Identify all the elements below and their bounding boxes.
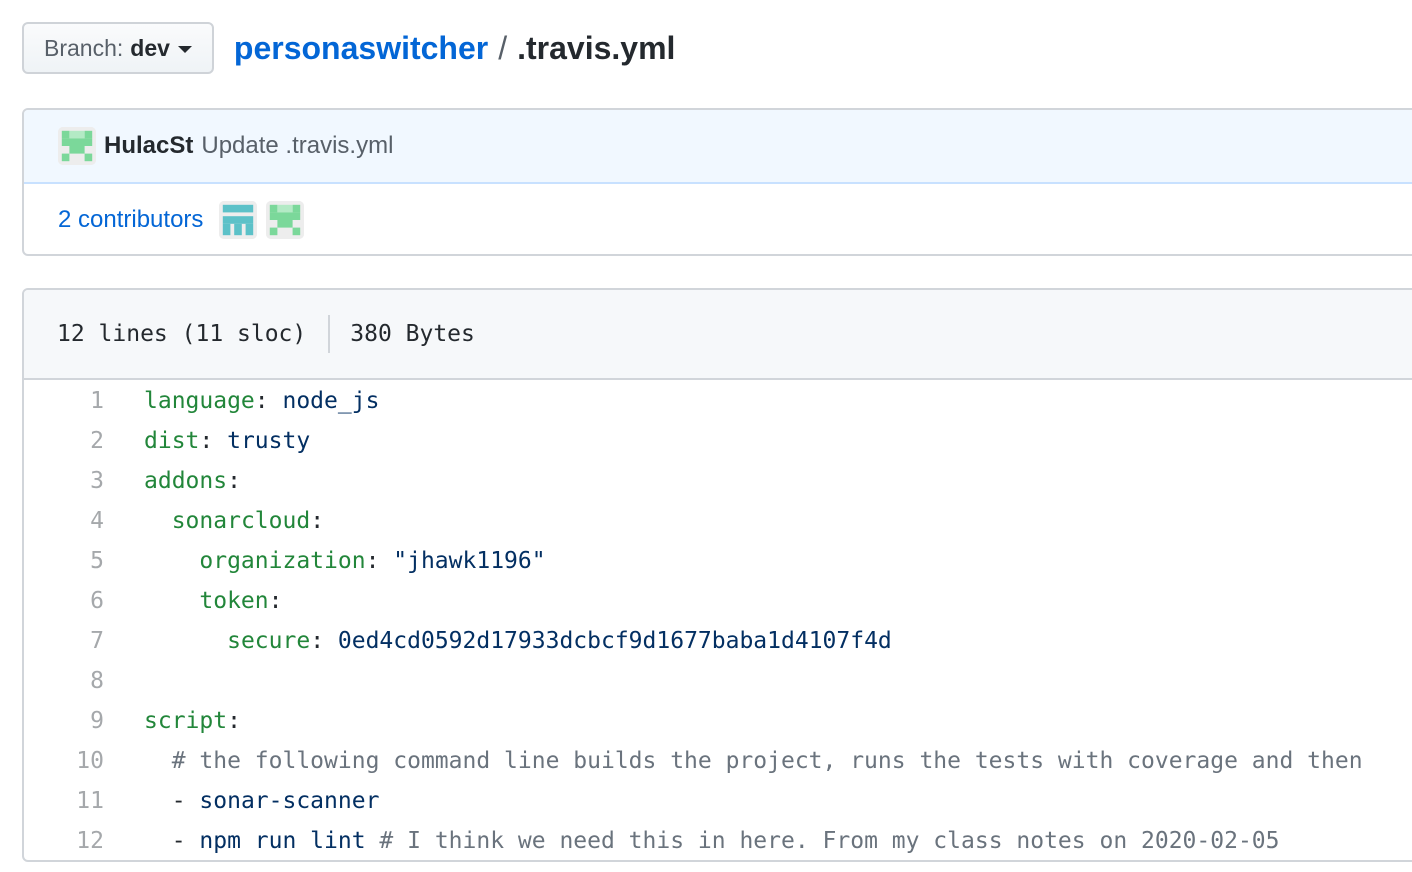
- file-info-divider: [328, 315, 331, 353]
- file-line-count: 12 lines (11 sloc): [57, 321, 307, 347]
- yaml-key: organization: [199, 548, 366, 574]
- line-content: - npm run lint # I think we need this in…: [144, 828, 1280, 854]
- line-number[interactable]: 12: [24, 828, 144, 854]
- yaml-value: npm run lint: [199, 828, 366, 854]
- breadcrumb-repo-link[interactable]: personaswitcher: [234, 30, 488, 67]
- breadcrumb-file-name: .travis.yml: [517, 29, 676, 66]
- contributors-link[interactable]: 2 contributors: [58, 206, 203, 234]
- file-size: 380 Bytes: [350, 321, 475, 347]
- yaml-punctuation: :: [227, 708, 241, 734]
- code-blob: 1 language: node_js 2 dist: trusty 3 addons: 4…: [24, 380, 1412, 860]
- yaml-punctuation: :: [365, 548, 394, 574]
- yaml-value: trusty: [227, 428, 311, 454]
- breadcrumb-separator: /: [498, 29, 508, 66]
- code-line: 6 token:: [24, 581, 1412, 621]
- line-number[interactable]: 9: [24, 708, 144, 734]
- line-content: script:: [144, 708, 241, 734]
- yaml-punctuation: -: [171, 788, 200, 814]
- caret-down-icon: [177, 46, 192, 53]
- code-line: 1 language: node_js: [24, 381, 1412, 421]
- branch-label: Branch:: [44, 34, 124, 61]
- yaml-punctuation: :: [199, 428, 228, 454]
- file-viewer: 12 lines (11 sloc) 380 Bytes 1 language: …: [22, 288, 1412, 862]
- code-line: 8: [24, 661, 1412, 701]
- yaml-key: token: [199, 588, 269, 614]
- author-avatar[interactable]: [58, 127, 96, 165]
- code-line: 10 # the following command line builds t…: [24, 741, 1412, 781]
- yaml-key: script: [144, 708, 228, 734]
- yaml-comment: # I think we need this in here. From my …: [365, 828, 1280, 854]
- line-number[interactable]: 4: [24, 508, 144, 534]
- yaml-punctuation: :: [310, 628, 338, 654]
- line-content: secure: 0ed4cd0592d17933dcbcf9d1677baba1…: [144, 628, 892, 654]
- line-number[interactable]: 6: [24, 588, 144, 614]
- yaml-punctuation: :: [310, 508, 325, 534]
- commit-tease: HulacSt Update .travis.yml 2 contributor…: [22, 108, 1412, 256]
- yaml-punctuation: :: [254, 388, 283, 414]
- commit-author[interactable]: HulacSt: [104, 132, 193, 160]
- contributor-avatar[interactable]: [266, 201, 305, 239]
- yaml-punctuation: -: [171, 828, 200, 854]
- code-line: 12 - npm run lint # I think we need this…: [24, 821, 1412, 860]
- line-content: organization: "jhawk1196": [144, 548, 546, 574]
- line-content: sonarcloud:: [144, 508, 324, 534]
- contributor-avatar[interactable]: [219, 201, 258, 239]
- yaml-key: language: [144, 388, 255, 414]
- line-content: addons:: [144, 468, 241, 494]
- line-number[interactable]: 11: [24, 788, 144, 814]
- code-line: 11 - sonar-scanner: [24, 781, 1412, 821]
- code-line: 7 secure: 0ed4cd0592d17933dcbcf9d1677bab…: [24, 621, 1412, 661]
- yaml-value: node_js: [282, 388, 380, 414]
- commit-message[interactable]: Update .travis.yml: [201, 132, 393, 160]
- line-content: language: node_js: [144, 388, 379, 414]
- line-content: - sonar-scanner: [144, 788, 380, 814]
- yaml-key: addons: [144, 468, 228, 494]
- latest-commit-row: HulacSt Update .travis.yml: [24, 110, 1412, 184]
- yaml-value: 0ed4cd0592d17933dcbcf9d1677baba1d4107f4d: [337, 628, 892, 654]
- code-line: 4 sonarcloud:: [24, 501, 1412, 541]
- code-line: 9 script:: [24, 701, 1412, 741]
- yaml-punctuation: :: [268, 588, 283, 614]
- code-line: 2 dist: trusty: [24, 421, 1412, 461]
- line-number[interactable]: 8: [24, 668, 144, 694]
- line-content: dist: trusty: [144, 428, 310, 454]
- line-content: token:: [144, 588, 283, 614]
- line-number[interactable]: 7: [24, 628, 144, 654]
- yaml-comment: # the following command line builds the …: [171, 748, 1363, 774]
- line-number[interactable]: 3: [24, 468, 144, 494]
- breadcrumb: personaswitcher / .travis.yml: [234, 30, 676, 67]
- line-number[interactable]: 1: [24, 388, 144, 414]
- line-number[interactable]: 5: [24, 548, 144, 574]
- line-number[interactable]: 10: [24, 748, 144, 774]
- code-line: 5 organization: "jhawk1196": [24, 541, 1412, 581]
- yaml-key: dist: [144, 428, 200, 454]
- code-line: 3 addons:: [24, 461, 1412, 501]
- line-content: # the following command line builds the …: [144, 748, 1363, 774]
- yaml-key: sonarcloud: [171, 508, 311, 534]
- yaml-value: sonar-scanner: [199, 788, 380, 814]
- yaml-punctuation: :: [227, 468, 241, 494]
- branch-name: dev: [130, 34, 170, 61]
- file-info-header: 12 lines (11 sloc) 380 Bytes: [24, 290, 1412, 380]
- contributors-row: 2 contributors: [24, 184, 1412, 254]
- yaml-value: "jhawk1196": [393, 548, 546, 574]
- branch-select-button[interactable]: Branch: dev: [22, 22, 214, 74]
- yaml-key: secure: [227, 628, 311, 654]
- line-number[interactable]: 2: [24, 428, 144, 454]
- file-navigation: Branch: dev personaswitcher / .travis.ym…: [22, 20, 675, 76]
